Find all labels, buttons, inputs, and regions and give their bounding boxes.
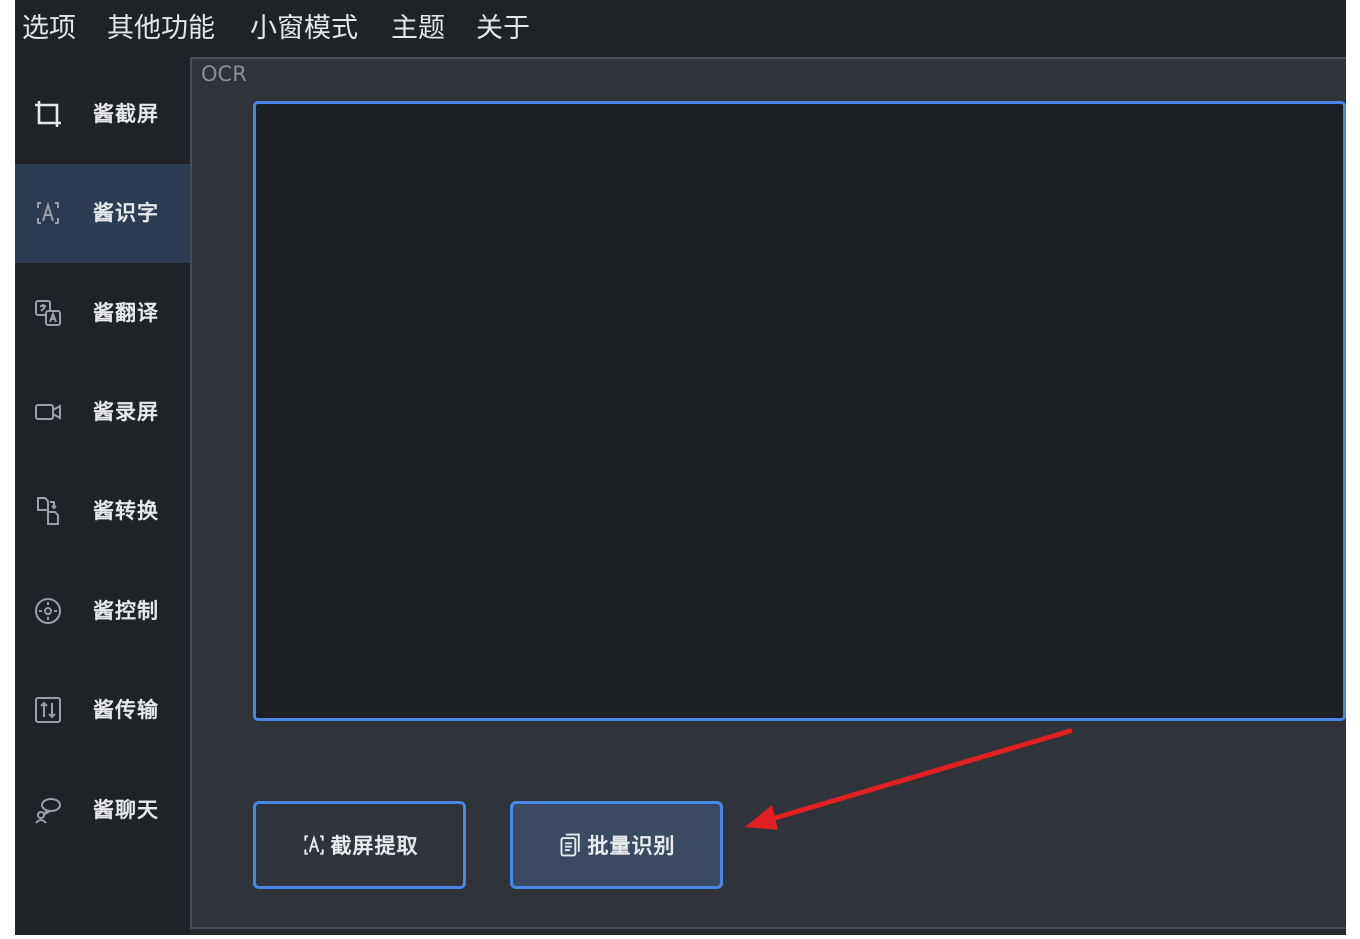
screenshot-extract-label: 截屏提取 — [330, 834, 419, 858]
file-convert-icon — [33, 496, 63, 526]
app-window: 选项 其他功能 小窗模式 主题 关于 酱截屏 酱识字 酱翻译 酱录屏 酱转换 酱… — [15, 0, 1346, 935]
screenshot-extract-button[interactable]: 截屏提取 — [253, 801, 466, 889]
sidebar-item-chat[interactable]: 酱聊天 — [15, 761, 190, 860]
batch-recognize-label: 批量识别 — [587, 834, 676, 858]
transfer-icon — [33, 695, 63, 725]
gamepad-icon — [33, 596, 63, 626]
sidebar-item-label: 酱截屏 — [93, 102, 159, 126]
panel-title: OCR — [201, 62, 247, 86]
batch-recognize-button[interactable]: 批量识别 — [510, 801, 723, 889]
ocr-panel: OCR 截屏提取 批量识别 — [190, 57, 1346, 929]
sidebar-item-convert[interactable]: 酱转换 — [15, 462, 190, 561]
menu-options[interactable]: 选项 — [22, 10, 76, 48]
text-recognition-icon — [301, 832, 327, 858]
sidebar-item-label: 酱录屏 — [93, 400, 159, 424]
sidebar-item-control[interactable]: 酱控制 — [15, 562, 190, 661]
sidebar-item-label: 酱聊天 — [93, 798, 159, 822]
sidebar-item-screenshot[interactable]: 酱截屏 — [15, 65, 190, 164]
sidebar-item-label: 酱识字 — [93, 201, 159, 225]
menu-theme[interactable]: 主题 — [391, 10, 445, 48]
sidebar-item-label: 酱控制 — [93, 599, 159, 623]
menu-about[interactable]: 关于 — [476, 10, 530, 48]
batch-document-icon — [558, 832, 584, 858]
sidebar-item-label: 酱转换 — [93, 499, 159, 523]
translate-icon — [33, 298, 63, 328]
sidebar-item-label: 酱翻译 — [93, 301, 159, 325]
sidebar-item-screen-record[interactable]: 酱录屏 — [15, 363, 190, 462]
sidebar-item-label: 酱传输 — [93, 698, 159, 722]
text-recognition-icon — [33, 198, 63, 228]
ocr-result-textarea[interactable] — [253, 101, 1346, 721]
sidebar-item-translate[interactable]: 酱翻译 — [15, 264, 190, 363]
menu-other-functions[interactable]: 其他功能 — [107, 10, 215, 48]
sidebar-item-transfer[interactable]: 酱传输 — [15, 661, 190, 760]
crop-icon — [33, 99, 63, 129]
chat-icon — [33, 795, 63, 825]
menu-bar: 选项 其他功能 小窗模式 主题 关于 — [15, 0, 1346, 58]
menu-mini-window-mode[interactable]: 小窗模式 — [250, 10, 358, 48]
sidebar: 酱截屏 酱识字 酱翻译 酱录屏 酱转换 酱控制 酱传输 酱聊天 — [15, 58, 190, 935]
video-camera-icon — [33, 397, 63, 427]
sidebar-item-ocr[interactable]: 酱识字 — [15, 164, 190, 263]
